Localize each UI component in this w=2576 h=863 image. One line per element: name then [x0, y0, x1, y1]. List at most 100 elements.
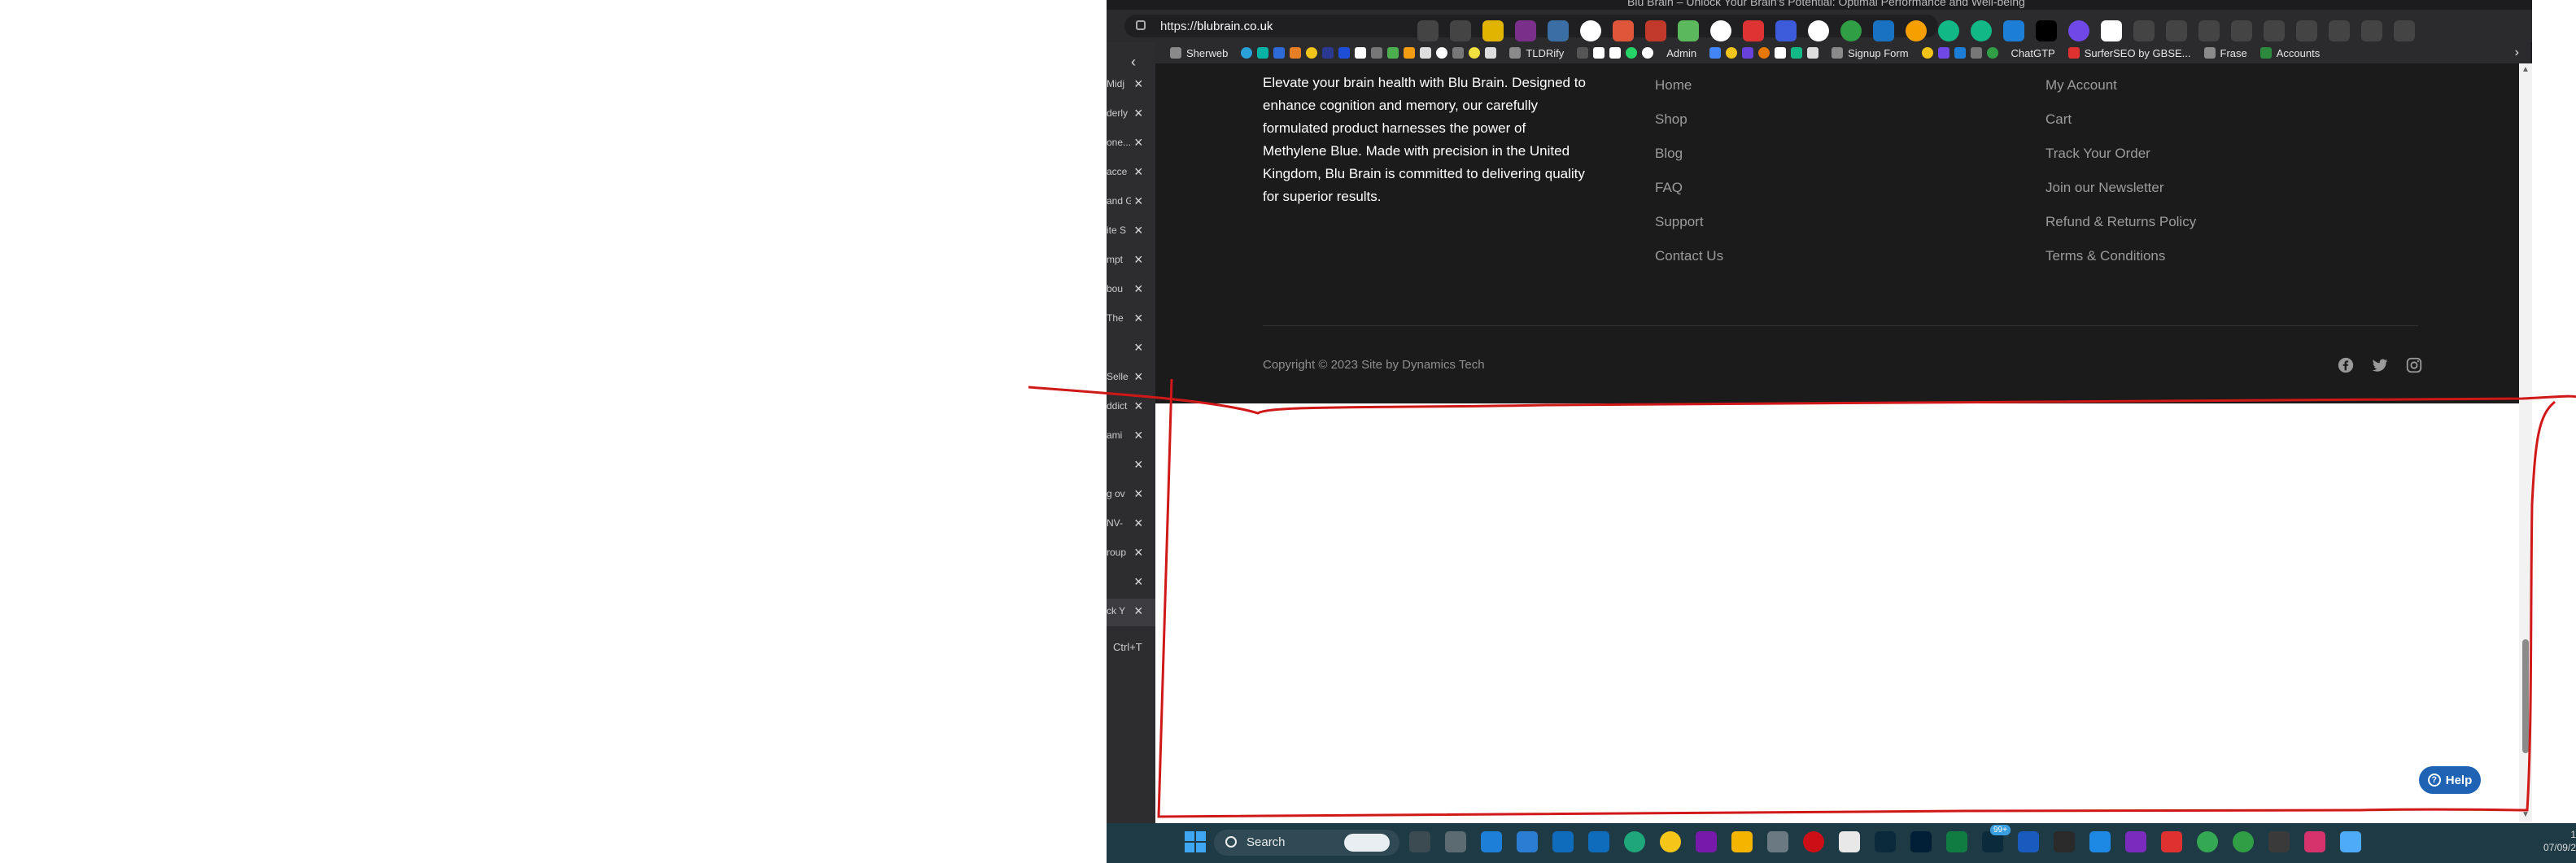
close-tab-icon[interactable]: ×	[1134, 310, 1143, 327]
bookmark-item[interactable]: Admin	[1666, 47, 1696, 59]
favorites-icon[interactable]	[2198, 20, 2220, 41]
close-tab-icon[interactable]: ×	[1134, 105, 1143, 122]
bookmark-icons[interactable]	[1577, 47, 1654, 59]
extension-icon[interactable]	[1710, 20, 1731, 41]
new-tab-shortcut[interactable]: Ctrl+T	[1113, 641, 1142, 653]
bookmark-item[interactable]: SurferSEO by GBSE...	[2067, 47, 2191, 59]
close-tab-icon[interactable]: ×	[1134, 281, 1143, 298]
bookmark-icons[interactable]	[1921, 47, 1998, 59]
extension-icon[interactable]	[1580, 20, 1601, 41]
task-view-icon[interactable]	[1409, 831, 1430, 852]
performance-icon[interactable]	[2329, 20, 2350, 41]
vertical-tab[interactable]: bou ×	[1107, 277, 1155, 304]
vertical-tab[interactable]: one... ×	[1107, 130, 1155, 158]
footer-link-refund-policy[interactable]: Refund & Returns Policy	[2046, 205, 2196, 239]
collections-icon[interactable]	[2231, 20, 2252, 41]
bookmark-item[interactable]: Accounts	[2259, 47, 2320, 59]
extension-icon[interactable]	[2003, 20, 2024, 41]
app-icon[interactable]	[2268, 831, 2290, 852]
scrollbar-thumb[interactable]	[2522, 639, 2529, 753]
extension-icon[interactable]	[1548, 20, 1569, 41]
vertical-tab[interactable]: ck Y ×	[1107, 599, 1155, 626]
extension-icon[interactable]	[1775, 20, 1797, 41]
extension-icon[interactable]	[1678, 20, 1699, 41]
grammarly-icon[interactable]	[1971, 20, 1992, 41]
close-tab-icon[interactable]: ×	[1134, 544, 1143, 561]
close-tab-icon[interactable]: ×	[1134, 339, 1143, 356]
app-icon[interactable]	[2161, 831, 2182, 852]
vertical-tab[interactable]: ×	[1107, 452, 1155, 480]
close-tab-icon[interactable]: ×	[1134, 456, 1143, 473]
footer-link-contact[interactable]: Contact Us	[1655, 239, 1723, 273]
close-tab-icon[interactable]: ×	[1134, 603, 1143, 620]
extension-icon[interactable]	[1743, 20, 1764, 41]
app-icon[interactable]	[1767, 831, 1788, 852]
mail-icon[interactable]	[1481, 831, 1502, 852]
share-icon[interactable]	[2361, 20, 2382, 41]
twitter-icon[interactable]	[2371, 356, 2389, 374]
close-tab-icon[interactable]: ×	[1134, 76, 1143, 93]
chrome-canary-icon[interactable]	[1660, 831, 1681, 852]
bookmark-item[interactable]: Signup Form	[1832, 47, 1909, 59]
split-screen-icon[interactable]	[2166, 20, 2187, 41]
excel-icon[interactable]	[1946, 831, 1967, 852]
photoshop-icon[interactable]	[1910, 831, 1932, 852]
bookmark-item[interactable]: TLDRify	[1509, 47, 1564, 59]
extension-icon[interactable]	[1645, 20, 1666, 41]
footer-link-home[interactable]: Home	[1655, 68, 1723, 102]
close-tab-icon[interactable]: ×	[1134, 251, 1143, 268]
footer-link-cart[interactable]: Cart	[2046, 102, 2196, 137]
vertical-tab[interactable]: and G ×	[1107, 189, 1155, 216]
footer-link-track-order[interactable]: Track Your Order	[2046, 137, 2196, 171]
bookmarks-overflow-chevron-icon[interactable]: ›	[2515, 46, 2519, 60]
vertical-tab[interactable]: ×	[1107, 335, 1155, 363]
favorite-star-icon[interactable]	[1450, 20, 1471, 41]
extension-icon[interactable]	[1840, 20, 1862, 41]
close-tab-icon[interactable]: ×	[1134, 134, 1143, 151]
extension-icon[interactable]	[1873, 20, 1894, 41]
vertical-tab[interactable]: ami ×	[1107, 423, 1155, 451]
footer-link-faq[interactable]: FAQ	[1655, 171, 1723, 205]
extension-icon[interactable]	[1906, 20, 1927, 41]
notepad-icon[interactable]	[1839, 831, 1860, 852]
app-icon[interactable]	[2125, 831, 2146, 852]
outlook-icon[interactable]	[1552, 831, 1574, 852]
close-tab-icon[interactable]: ×	[1134, 193, 1143, 210]
downloads-icon[interactable]	[2296, 20, 2317, 41]
onenote-icon[interactable]	[1696, 831, 1717, 852]
instagram-icon[interactable]	[2405, 356, 2423, 374]
address-bar[interactable]: https://blubrain.co.uk	[1124, 15, 2415, 41]
extension-icon[interactable]	[2068, 20, 2089, 41]
footer-link-blog[interactable]: Blog	[1655, 137, 1723, 171]
bookmark-item[interactable]: ChatGTP	[2011, 47, 2055, 59]
close-tab-icon[interactable]: ×	[1134, 486, 1143, 503]
vertical-tab[interactable]: Selle ×	[1107, 364, 1155, 392]
footer-link-newsletter[interactable]: Join our Newsletter	[2046, 171, 2196, 205]
extension-icon[interactable]	[1515, 20, 1536, 41]
extension-icon[interactable]	[1613, 20, 1634, 41]
read-aloud-icon[interactable]	[1417, 20, 1439, 41]
vertical-tab[interactable]: NV- ×	[1107, 511, 1155, 538]
extension-icon[interactable]	[2036, 20, 2057, 41]
facebook-icon[interactable]	[2337, 356, 2355, 374]
calendar-icon[interactable]	[1517, 831, 1538, 852]
collapse-tabs-chevron-icon[interactable]: ‹	[1131, 54, 1136, 71]
extension-icon[interactable]	[2101, 20, 2122, 41]
vertical-tab[interactable]: Midj ×	[1107, 72, 1155, 99]
extension-icon[interactable]	[1482, 20, 1504, 41]
footer-link-shop[interactable]: Shop	[1655, 102, 1723, 137]
vertical-tab[interactable]: g ov ×	[1107, 482, 1155, 509]
taskbar-search[interactable]: Search	[1214, 830, 1399, 856]
windows-start-icon[interactable]	[1185, 831, 1206, 852]
vertical-tab[interactable]: roup ×	[1107, 540, 1155, 568]
vertical-tab[interactable]: ×	[1107, 569, 1155, 597]
outlook-icon[interactable]	[1588, 831, 1609, 852]
vertical-tab[interactable]: acce ×	[1107, 159, 1155, 187]
app-icon[interactable]	[2304, 831, 2325, 852]
close-tab-icon[interactable]: ×	[1134, 163, 1143, 181]
url-text[interactable]: https://blubrain.co.uk	[1160, 20, 1273, 33]
footer-link-my-account[interactable]: My Account	[2046, 68, 2196, 102]
lightroom-classic-icon[interactable]	[1875, 831, 1896, 852]
calculator-icon[interactable]	[1445, 831, 1466, 852]
vertical-tab[interactable]: The ×	[1107, 306, 1155, 333]
